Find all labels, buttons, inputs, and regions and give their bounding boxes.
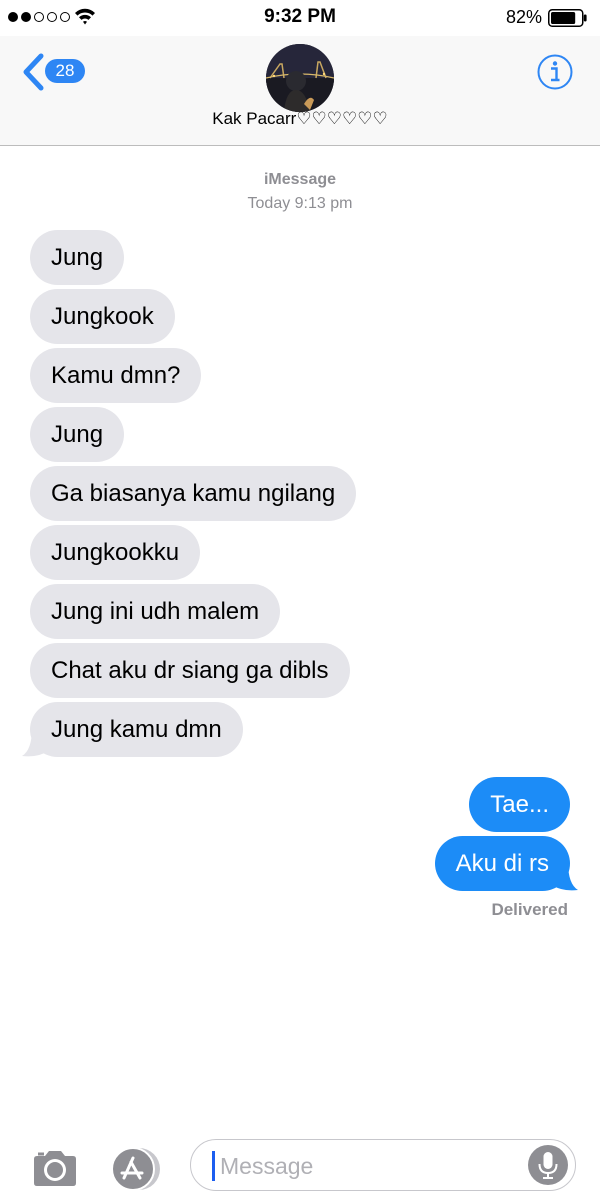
back-chevron-icon[interactable] xyxy=(22,53,46,91)
battery-icon xyxy=(548,9,587,27)
camera-icon[interactable] xyxy=(31,1148,79,1188)
incoming-message[interactable]: Chat aku dr siang ga dibls xyxy=(30,643,350,698)
incoming-message[interactable]: Jung ini udh malem xyxy=(30,584,281,639)
microphone-icon[interactable] xyxy=(527,1144,569,1186)
outgoing-message[interactable]: Aku di rs xyxy=(434,836,570,891)
message-input[interactable]: Message xyxy=(190,1139,576,1191)
app-store-icon[interactable] xyxy=(108,1146,162,1192)
conversation-header: 28 Kak Pacarr♡♡♡♡♡♡ xyxy=(0,36,600,146)
incoming-message[interactable]: Kamu dmn? xyxy=(30,348,202,403)
outgoing-message[interactable]: Tae... xyxy=(469,777,570,832)
delivery-status: Delivered xyxy=(491,900,568,919)
text-cursor xyxy=(212,1151,215,1181)
contact-name[interactable]: Kak Pacarr♡♡♡♡♡♡ xyxy=(0,109,600,129)
incoming-message[interactable]: Jungkook xyxy=(30,289,175,344)
conversation-timestamp: Today 9:13 pm xyxy=(247,195,353,212)
battery-percentage: 82% xyxy=(505,7,542,27)
incoming-message[interactable]: Jung xyxy=(30,230,125,285)
message-input-bar: Message xyxy=(0,1134,600,1200)
incoming-message[interactable]: Jung kamu dmn xyxy=(30,702,243,757)
service-label: iMessage xyxy=(263,171,337,188)
incoming-message[interactable]: Jung xyxy=(30,407,125,462)
unread-count-badge[interactable]: 28 xyxy=(45,59,85,83)
message-placeholder: Message xyxy=(220,1153,314,1179)
info-icon[interactable] xyxy=(536,53,574,91)
incoming-message[interactable]: Ga biasanya kamu ngilang xyxy=(30,466,357,521)
contact-avatar[interactable] xyxy=(266,44,334,112)
incoming-message[interactable]: Jungkookku xyxy=(30,525,201,580)
status-bar: 9:32 PM 82% xyxy=(0,0,600,36)
